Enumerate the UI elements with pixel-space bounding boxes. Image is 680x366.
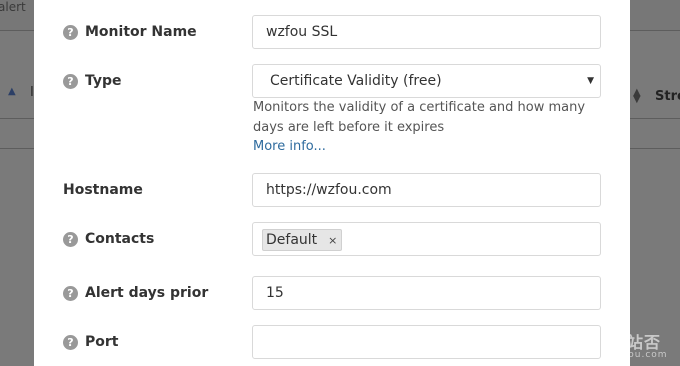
question-icon[interactable]: ?: [63, 231, 78, 247]
port-label-text: Port: [85, 334, 119, 350]
monitor-name-value: wzfou SSL: [266, 24, 338, 40]
hostname-input[interactable]: https://wzfou.com: [252, 173, 601, 207]
sort-asc-icon: ▲: [8, 86, 16, 97]
hostname-label: Hostname: [63, 180, 143, 200]
question-icon[interactable]: ?: [63, 334, 78, 350]
remove-tag-icon[interactable]: ×: [328, 234, 337, 247]
port-input[interactable]: [252, 325, 601, 359]
type-select[interactable]: Certificate Validity (free) ▼: [252, 64, 601, 98]
contact-tag-default: Default ×: [262, 229, 343, 251]
more-info-link[interactable]: More info...: [253, 139, 326, 154]
alert-days-value: 15: [266, 285, 284, 301]
alert-days-label: ? Alert days prior: [63, 283, 208, 303]
add-monitor-modal: ? Monitor Name wzfou SSL ? Type Certific…: [34, 0, 630, 366]
monitor-name-label-text: Monitor Name: [85, 24, 197, 40]
type-label-text: Type: [85, 73, 122, 89]
hostname-value: https://wzfou.com: [266, 182, 392, 198]
hostname-label-text: Hostname: [63, 182, 143, 198]
port-label: ? Port: [63, 332, 118, 352]
contacts-multiselect[interactable]: Default ×: [252, 222, 601, 256]
monitor-name-label: ? Monitor Name: [63, 22, 197, 42]
contacts-label: ? Contacts: [63, 229, 154, 249]
type-label: ? Type: [63, 71, 122, 91]
alert-days-label-text: Alert days prior: [85, 285, 209, 301]
question-icon[interactable]: ?: [63, 73, 78, 89]
question-icon[interactable]: ?: [63, 24, 78, 40]
contacts-label-text: Contacts: [85, 231, 155, 247]
type-select-value: Certificate Validity (free): [270, 73, 442, 89]
type-help-text: Monitors the validity of a certificate a…: [253, 100, 586, 135]
background-alert-text: alert: [0, 0, 26, 14]
question-icon[interactable]: ?: [63, 285, 78, 301]
monitor-name-input[interactable]: wzfou SSL: [252, 15, 601, 49]
caret-down-icon: ▼: [587, 76, 594, 86]
background-column-header: Stre: [655, 89, 680, 104]
alert-days-input[interactable]: 15: [252, 276, 601, 310]
contact-tag-label: Default: [266, 232, 318, 248]
sort-both-icon: ▲ ▼: [633, 87, 641, 105]
